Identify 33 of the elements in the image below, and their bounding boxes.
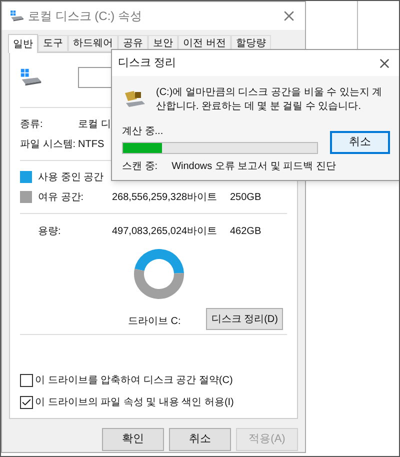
drive-label: 드라이브 C: xyxy=(128,315,181,329)
capacity-label: 용량: xyxy=(37,224,62,238)
checkbox[interactable] xyxy=(20,396,33,408)
legend-label: 사용 중인 공간 xyxy=(38,170,105,184)
checkbox-label: 이 드라이브의 파일 속성 및 내용 색인 허용(I) xyxy=(35,396,234,410)
donut-slice xyxy=(134,249,184,274)
donut-slice xyxy=(134,268,184,299)
dialog-button[interactable]: 확인 xyxy=(102,428,164,451)
info-value: NTFS xyxy=(78,138,104,152)
drive-icon xyxy=(10,10,24,22)
status-text: 계산 중... xyxy=(122,125,164,139)
drive-icon xyxy=(20,68,42,86)
cancel-button[interactable]: 취소 xyxy=(330,131,390,154)
legend-label: 여유 공간: xyxy=(38,190,85,204)
info-label: 종류: xyxy=(20,118,44,132)
dialog-button[interactable]: 취소 xyxy=(169,428,231,451)
tab[interactable]: 도구 xyxy=(38,35,68,52)
size-value: 250GB xyxy=(230,190,262,204)
dialog-title: 디스크 정리 xyxy=(118,56,176,71)
disk-cleanup-button[interactable]: 디스크 정리(D) xyxy=(206,308,283,330)
byte-count: 268,556,259,328바이트 xyxy=(112,190,218,204)
scan-item: Windows 오류 보고서 및 피드백 진단 xyxy=(172,160,336,174)
info-value: 로컬 디 xyxy=(78,118,111,132)
tab[interactable]: 일반 xyxy=(8,34,38,53)
tab[interactable]: 하드웨어 xyxy=(68,35,118,52)
scan-label: 스캔 중: xyxy=(122,160,158,174)
dialog-message: (C:)에 얼마만큼의 디스크 공간을 비울 수 있는지 계산합니다. 완료하는 데 몇 분 걸릴 수 있습니다. xyxy=(156,86,384,114)
window-title: 로컬 디스크 (C:) 속성 xyxy=(28,8,142,25)
info-label: 파일 시스템: xyxy=(20,138,77,152)
checkbox-label: 이 드라이브를 압축하여 디스크 공간 절약(C) xyxy=(35,374,233,388)
checkbox[interactable] xyxy=(20,374,33,386)
byte-count: 497,083,265,024바이트 xyxy=(112,224,218,238)
size-value: 462GB xyxy=(230,224,262,238)
